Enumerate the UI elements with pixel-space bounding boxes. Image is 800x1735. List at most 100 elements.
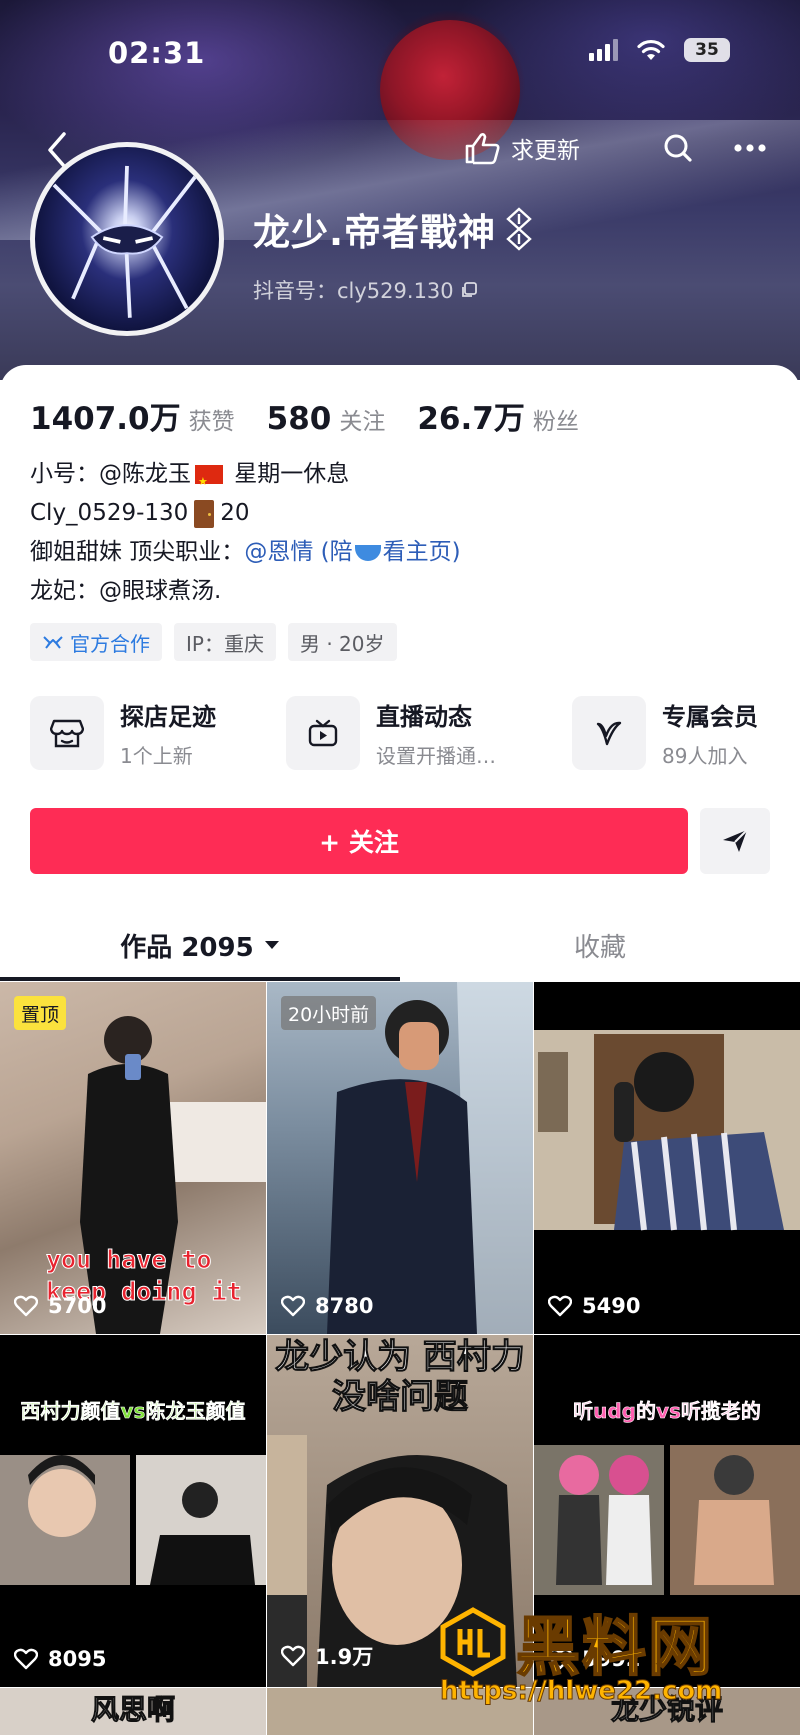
tab-favorites-label: 收藏 (573, 932, 626, 963)
search-icon (664, 134, 692, 162)
bio-line-1-suffix: 星期一休息 (227, 461, 350, 487)
like-count: 1.9万 (281, 1641, 373, 1671)
profile-name: 龙少.帝者戰神 (253, 202, 532, 256)
heart-icon (281, 1645, 305, 1667)
door-emoji-icon (194, 499, 215, 528)
tab-works[interactable]: 作品 2095 (0, 905, 400, 985)
tag-official-label: 官方合作 (70, 631, 150, 656)
feature-live-title: 直播动态 (376, 703, 472, 731)
video-caption: 西村力颜值vs陈龙玉颜值 (20, 1399, 246, 1424)
profile-tags: 官方合作 IP：重庆 男 · 20岁 (30, 623, 397, 661)
thumbnail-art (534, 1030, 800, 1231)
tab-active-indicator (0, 977, 400, 981)
heart-icon (14, 1648, 38, 1670)
wifi-icon (637, 39, 665, 60)
video-thumbnail[interactable]: 5490 (534, 982, 800, 1334)
search-button[interactable] (658, 128, 698, 168)
feature-store-visits[interactable]: 探店足迹 1个上新 (30, 696, 286, 770)
copy-icon[interactable] (460, 281, 478, 299)
like-count: 8780 (281, 1294, 373, 1318)
feature-live-subtitle: 设置开播通… (376, 744, 496, 768)
stat-following[interactable]: 580 关注 (267, 401, 386, 437)
video-thumbnail[interactable]: 风思啊 (0, 1688, 266, 1735)
tag-official-partner[interactable]: 官方合作 (30, 623, 162, 661)
video-thumbnail[interactable]: 20小时前 8780 (267, 982, 533, 1334)
tag-ip-location: IP：重庆 (174, 623, 276, 661)
more-button[interactable] (730, 128, 770, 168)
overlay-line-1: you have to (46, 1245, 213, 1275)
tag-ip-label: IP：重庆 (186, 631, 264, 656)
douyin-id-text: 抖音号：cly529.130 (253, 279, 454, 303)
profile-bio: 小号：@陈龙玉 星期一休息 Cly_0529-130 20 御姐甜妹 顶尖职业：@… (30, 455, 461, 611)
like-count: 5700 (14, 1294, 106, 1318)
feature-live-updates[interactable]: 直播动态 设置开播通… (286, 696, 572, 770)
handshake-icon (43, 636, 63, 649)
poke-hand-icon (465, 133, 500, 165)
thumbnail-art (327, 982, 533, 1334)
heart-icon (281, 1295, 305, 1317)
status-icons: 35 (589, 38, 730, 62)
verified-level-icon (506, 207, 532, 251)
caret-down-icon (264, 941, 279, 949)
tag-gender-age: 男 · 20岁 (287, 623, 397, 661)
bio-line-3: 御姐甜妹 顶尖职业：@恩情 (陪 看主页) (30, 533, 461, 572)
like-count-value: 1.9万 (315, 1645, 374, 1669)
store-icon (50, 719, 84, 748)
site-watermark: 黑料网 (438, 1596, 714, 1688)
tab-works-label: 作品 2095 (120, 932, 254, 963)
bio-mention-text-a: @恩情 (陪 (244, 539, 353, 565)
like-count: 8095 (14, 1647, 106, 1671)
tag-gender-age-label: 男 · 20岁 (299, 631, 385, 656)
time-badge: 20小时前 (281, 996, 377, 1030)
stat-likes[interactable]: 1407.0万 获赞 (30, 393, 235, 438)
follow-button[interactable]: + 关注 (30, 808, 688, 874)
bio-line-2-suffix: 20 (220, 500, 250, 526)
feature-store-subtitle: 1个上新 (120, 744, 193, 768)
header-actions: 求更新 (463, 128, 770, 168)
bio-line-4: 龙妃：@眼球煮汤. (30, 578, 222, 604)
like-count-value: 8780 (315, 1294, 374, 1318)
more-dots-icon (734, 144, 766, 152)
bio-line-1: 小号：@陈龙玉 星期一休息 (30, 455, 461, 501)
thumbnail-art (0, 1455, 266, 1585)
tab-favorites[interactable]: 收藏 (400, 905, 800, 985)
request-update-button[interactable]: 求更新 (463, 131, 580, 165)
profile-name-text: 龙少.帝者戰神 (253, 211, 497, 254)
stat-followers[interactable]: 26.7万 粉丝 (417, 393, 579, 438)
follow-button-label: + 关注 (319, 828, 399, 857)
like-count-value: 5490 (582, 1294, 641, 1318)
stat-following-value: 580 (266, 401, 332, 437)
video-thumbnail[interactable]: 西村力颜值vs陈龙玉颜值 8095 (0, 1335, 266, 1687)
stat-followers-label: 粉丝 (532, 409, 579, 435)
bio-line-3-prefix: 御姐甜妹 顶尖职业： (30, 539, 245, 565)
heart-icon (14, 1295, 38, 1317)
pinned-badge: 置顶 (14, 996, 67, 1030)
avatar[interactable] (30, 142, 224, 336)
stat-following-label: 关注 (339, 409, 386, 435)
douyin-id[interactable]: 抖音号：cly529.130 (253, 275, 478, 305)
share-button[interactable] (700, 808, 770, 874)
stat-likes-label: 获赞 (188, 409, 235, 435)
china-flag-icon (195, 462, 223, 501)
feature-store-title: 探店足迹 (120, 703, 216, 731)
watermark-url: https://hlwe22.com (439, 1676, 723, 1707)
video-thumbnail[interactable]: 置顶 you have to keep doing it 5700 (0, 982, 266, 1334)
feature-shortcuts: 探店足迹 1个上新 直播动态 设置开播通… 专属会员 89人加入 (30, 696, 770, 770)
bio-line-1-prefix: 小号：@陈龙玉 (30, 461, 191, 487)
profile-tabs: 作品 2095 收藏 (0, 905, 800, 985)
request-update-label: 求更新 (511, 138, 580, 164)
bio-mention-link[interactable]: @恩情 (陪 看主页) (244, 539, 460, 565)
video-caption: 龙少认为 西村力 没啥问题 (275, 1337, 526, 1418)
video-caption: 风思啊 (90, 1693, 175, 1727)
feature-member-title: 专属会员 (662, 703, 758, 731)
bio-line-2: Cly_0529-130 20 (30, 494, 461, 533)
heart-icon (548, 1295, 572, 1317)
feature-member-subtitle: 89人加入 (662, 744, 748, 768)
profile-stats: 1407.0万 获赞 580 关注 26.7万 粉丝 (30, 393, 611, 438)
bio-mention-text-b: 看主页) (382, 539, 461, 565)
battery-icon: 35 (684, 38, 730, 62)
status-time: 02:31 (108, 36, 206, 70)
feature-membership[interactable]: 专属会员 89人加入 (572, 696, 770, 770)
send-arrow-icon (723, 829, 748, 852)
watermark-brand: 黑料网 (515, 1610, 714, 1686)
